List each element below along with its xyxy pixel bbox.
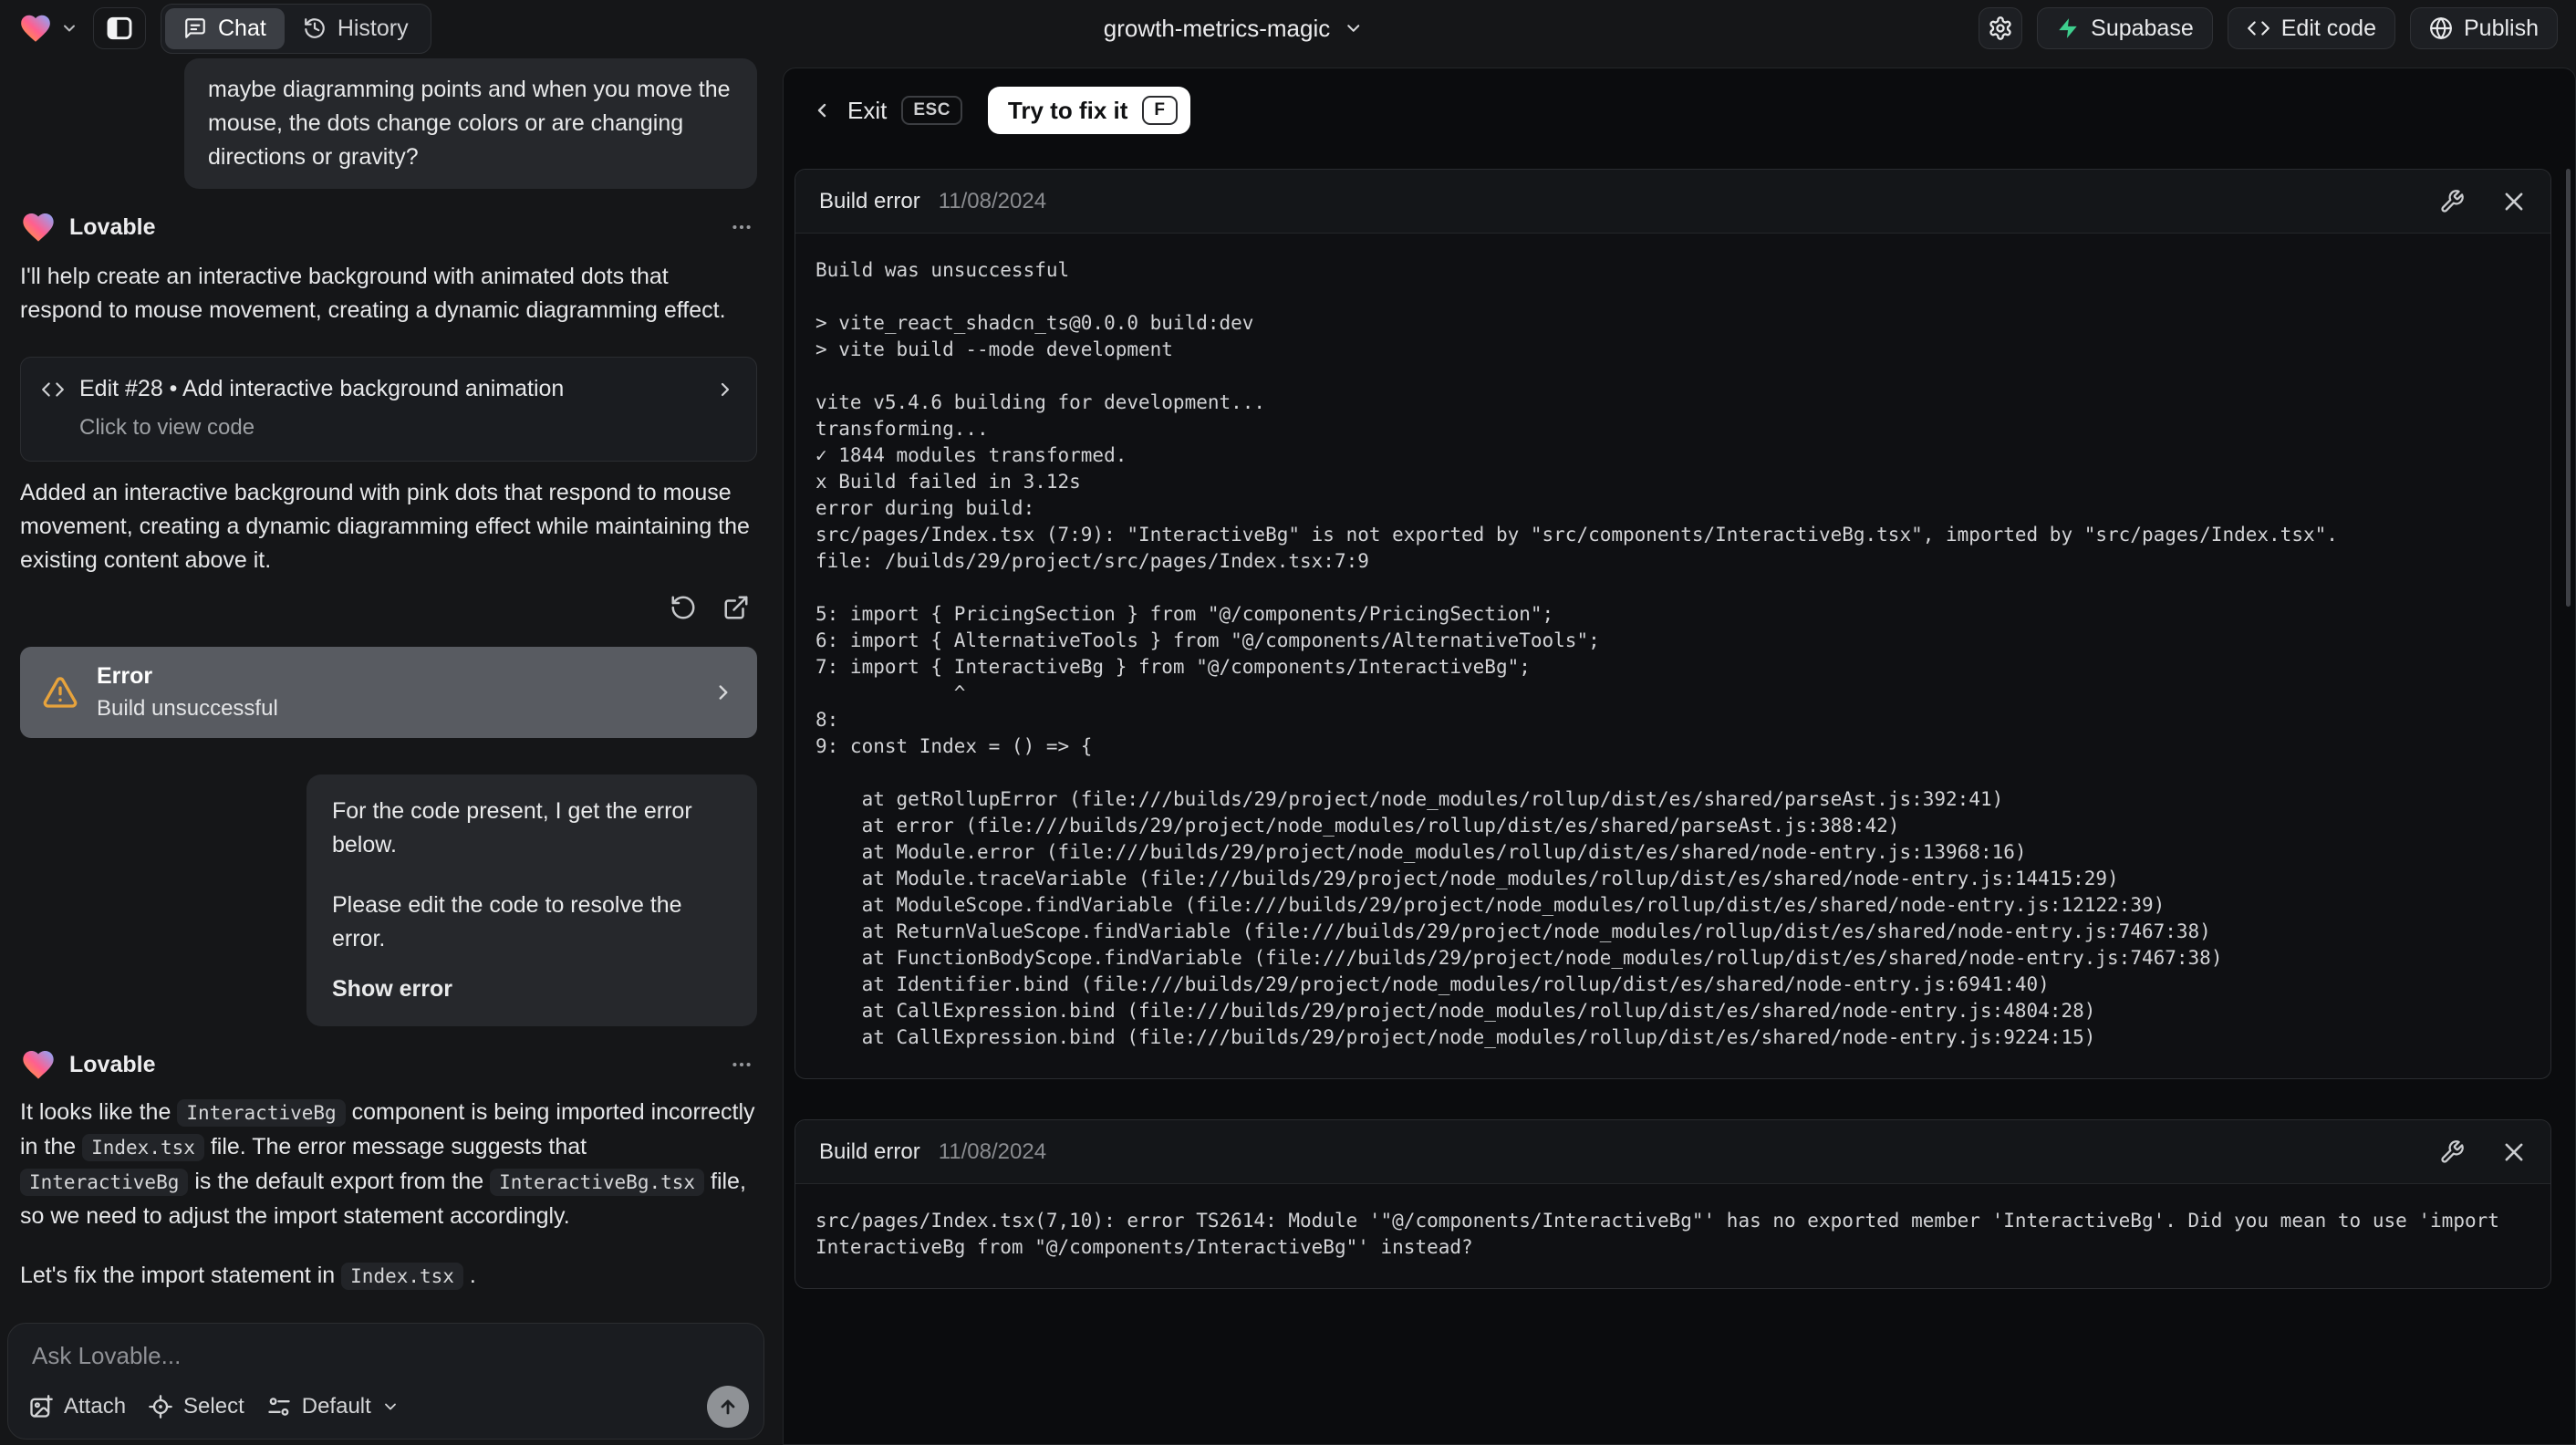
build-error-card[interactable]: Error Build unsuccessful [20, 647, 757, 738]
chevron-right-icon [712, 681, 735, 704]
wrench-icon[interactable] [2439, 1139, 2465, 1165]
assistant-header: Lovable [20, 1046, 757, 1083]
assistant-name: Lovable [69, 213, 156, 240]
edit-card-title: Edit #28 • Add interactive background an… [79, 376, 565, 401]
try-to-fix-label: Try to fix it [1007, 96, 1128, 124]
error-card-subtitle: Build unsuccessful [97, 696, 278, 721]
assistant-message: Added an interactive background with pin… [20, 480, 750, 573]
close-icon[interactable] [2501, 189, 2527, 214]
lovable-logo-menu[interactable] [18, 11, 78, 46]
scrollbar-thumb[interactable] [2566, 169, 2571, 607]
select-button[interactable]: Select [137, 1388, 255, 1425]
chevron-down-icon [60, 19, 78, 37]
edit-card-subtitle: Click to view code [79, 415, 255, 440]
preview-header: Exit ESC Try to fix it F [784, 68, 2575, 145]
preview-panel: Exit ESC Try to fix it F Build error 11/… [783, 68, 2576, 1445]
chevron-right-icon [714, 379, 736, 400]
wrench-icon[interactable] [2439, 189, 2465, 214]
warning-triangle-icon [42, 674, 78, 711]
publish-label: Publish [2464, 15, 2539, 41]
build-error-title: Build error [819, 188, 920, 213]
gear-icon [1988, 16, 2013, 41]
build-error-title: Build error [819, 1138, 920, 1164]
lovable-heart-icon [20, 209, 57, 245]
settings-button[interactable] [1979, 7, 2023, 49]
exit-button[interactable]: Exit ESC [811, 96, 962, 125]
console-output: Build was unsuccessful > vite_react_shad… [815, 259, 2338, 1048]
mode-select[interactable]: Default [255, 1388, 410, 1425]
panel-left-icon [105, 14, 134, 43]
tab-chat[interactable]: Chat [165, 7, 285, 49]
project-name: growth-metrics-magic [1103, 14, 1331, 42]
lovable-heart-icon [18, 11, 53, 46]
show-error-link[interactable]: Show error [332, 972, 732, 1006]
build-error-console: src/pages/Index.tsx(7,10): error TS2614:… [795, 1184, 2550, 1288]
assistant-message: It looks like the InteractiveBg componen… [20, 1099, 755, 1229]
topbar: Chat History growth-metrics-magic Supaba… [0, 0, 2576, 57]
build-error-date: 11/08/2024 [938, 1138, 1047, 1164]
exit-label: Exit [847, 96, 888, 124]
edit-card-28[interactable]: Edit #28 • Add interactive background an… [20, 357, 757, 462]
select-target-icon [148, 1394, 173, 1419]
supabase-label: Supabase [2091, 15, 2194, 41]
user-message-text: maybe diagramming points and when you mo… [208, 77, 731, 170]
composer[interactable]: Ask Lovable... Attach Select Default [7, 1323, 764, 1440]
attach-image-icon [28, 1394, 54, 1419]
project-switcher[interactable]: growth-metrics-magic [1104, 0, 1364, 57]
edit-code-label: Edit code [2280, 15, 2376, 41]
chevron-left-icon [811, 99, 833, 121]
sliders-icon [266, 1394, 292, 1419]
assistant-message: I'll help create an interactive backgrou… [20, 264, 726, 323]
tab-history[interactable]: History [285, 8, 427, 49]
history-icon [303, 16, 327, 40]
build-error-panel-1: Build error 11/08/2024 Build was unsucce… [795, 169, 2551, 1079]
build-error-date: 11/08/2024 [938, 188, 1047, 213]
build-error-header: Build error 11/08/2024 [795, 1120, 2550, 1184]
open-external-icon[interactable] [722, 594, 750, 621]
more-options-icon[interactable] [726, 212, 757, 243]
console-output: src/pages/Index.tsx(7,10): error TS2614:… [815, 1210, 2511, 1258]
more-options-icon[interactable] [726, 1049, 757, 1080]
error-card-title: Error [97, 663, 153, 689]
lovable-heart-icon [20, 1046, 57, 1083]
message-actions [20, 594, 757, 621]
edit-code-button[interactable]: Edit code [2227, 7, 2395, 49]
tab-history-label: History [337, 15, 409, 41]
supabase-button[interactable]: Supabase [2037, 7, 2213, 49]
select-label: Select [183, 1394, 244, 1419]
globe-icon [2429, 16, 2453, 40]
chevron-down-icon [381, 1398, 400, 1416]
supabase-bolt-icon [2056, 16, 2080, 40]
close-icon[interactable] [2501, 1139, 2527, 1165]
f-key-hint: F [1142, 96, 1178, 125]
user-message-text: For the code present, I get the error be… [332, 798, 692, 858]
attach-button[interactable]: Attach [26, 1388, 137, 1425]
arrow-up-icon [717, 1396, 739, 1418]
try-to-fix-button[interactable]: Try to fix it F [987, 87, 1190, 134]
mode-label: Default [301, 1394, 371, 1419]
tab-chat-label: Chat [218, 15, 266, 41]
build-error-console: Build was unsuccessful > vite_react_shad… [795, 234, 2550, 1078]
build-error-panel-2: Build error 11/08/2024 src/pages/Index.t… [795, 1119, 2551, 1289]
composer-input[interactable]: Ask Lovable... [32, 1342, 743, 1370]
user-message: maybe diagramming points and when you mo… [184, 58, 757, 189]
esc-key-hint: ESC [901, 96, 962, 125]
user-message: For the code present, I get the error be… [306, 774, 757, 1026]
publish-button[interactable]: Publish [2410, 7, 2558, 49]
assistant-name: Lovable [69, 1051, 156, 1077]
build-error-header: Build error 11/08/2024 [795, 170, 2550, 234]
assistant-message: Let's fix the import statement in Index.… [20, 1263, 476, 1290]
chat-icon [183, 16, 207, 40]
restore-icon[interactable] [670, 594, 697, 621]
chat-panel: maybe diagramming points and when you mo… [0, 57, 775, 1445]
user-message-text: Please edit the code to resolve the erro… [332, 892, 682, 951]
assistant-header: Lovable [20, 209, 757, 245]
code-icon [2247, 16, 2270, 40]
chevron-down-icon [1343, 18, 1363, 38]
code-icon [41, 378, 65, 401]
chat-history-tabs: Chat History [161, 3, 431, 54]
send-button[interactable] [707, 1386, 749, 1428]
attach-label: Attach [64, 1394, 127, 1419]
sidebar-toggle-button[interactable] [93, 7, 146, 49]
